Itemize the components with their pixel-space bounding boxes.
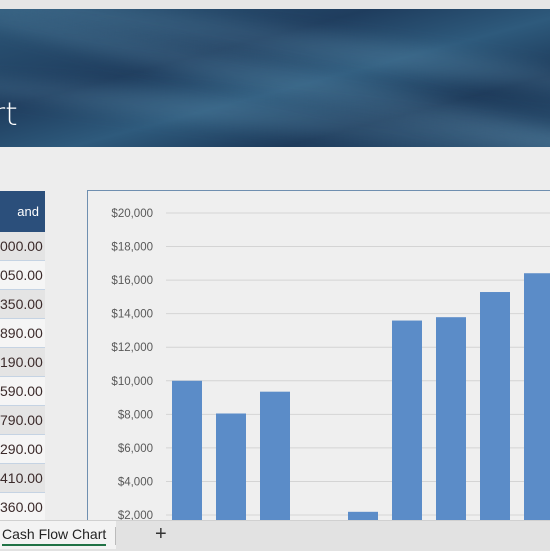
table-header[interactable]: and (0, 191, 45, 232)
bar[interactable] (524, 273, 550, 531)
bar[interactable] (216, 413, 246, 531)
bar[interactable] (392, 320, 422, 531)
y-tick-label: $16,000 (111, 275, 153, 287)
y-tick-label: $8,000 (118, 409, 153, 421)
table-cell[interactable]: 290.00 (0, 435, 45, 464)
y-tick-label: $20,000 (111, 208, 153, 220)
table-cell[interactable]: 590.00 (0, 377, 45, 406)
bar[interactable] (480, 292, 510, 531)
tab-divider (115, 527, 116, 545)
y-tick-label: $6,000 (118, 443, 153, 455)
table-cell[interactable]: 190.00 (0, 348, 45, 377)
sheet-tab-cash-flow-chart[interactable]: Cash Flow Chart (0, 521, 117, 549)
header-banner: rt (0, 9, 550, 147)
table-cell[interactable]: 360.00 (0, 493, 45, 522)
table-cell[interactable]: 790.00 (0, 406, 45, 435)
y-tick-label: $14,000 (111, 309, 153, 321)
banner-title: rt (0, 95, 18, 133)
bar[interactable] (436, 317, 466, 531)
y-tick-label: $12,000 (111, 342, 153, 354)
table-cell[interactable]: 410.00 (0, 464, 45, 493)
active-tab-underline (2, 544, 107, 546)
chart-svg: $20,000 $18,000 $16,000 $14,000 $12,000 $10,0… (111, 208, 550, 531)
cash-table: and 000.00 050.00 350.00 890.00 190.00 590.00… (0, 191, 45, 522)
table-cell[interactable]: 890.00 (0, 319, 45, 348)
bar[interactable] (260, 391, 290, 531)
y-tick-label: $18,000 (111, 242, 153, 254)
table-cell[interactable]: 050.00 (0, 261, 45, 290)
sheet-tab-bar: Cash Flow Chart + (0, 520, 550, 551)
bar[interactable] (172, 380, 202, 531)
y-tick-label: $4,000 (118, 476, 153, 488)
y-tick-label: $10,000 (111, 376, 153, 388)
cash-flow-chart[interactable]: $20,000 $18,000 $16,000 $14,000 $12,000 $10,0… (87, 190, 550, 531)
table-cell[interactable]: 350.00 (0, 290, 45, 319)
add-sheet-button[interactable]: + (155, 523, 167, 546)
table-cell[interactable]: 000.00 (0, 232, 45, 261)
sheet-tab-label: Cash Flow Chart (2, 526, 107, 542)
